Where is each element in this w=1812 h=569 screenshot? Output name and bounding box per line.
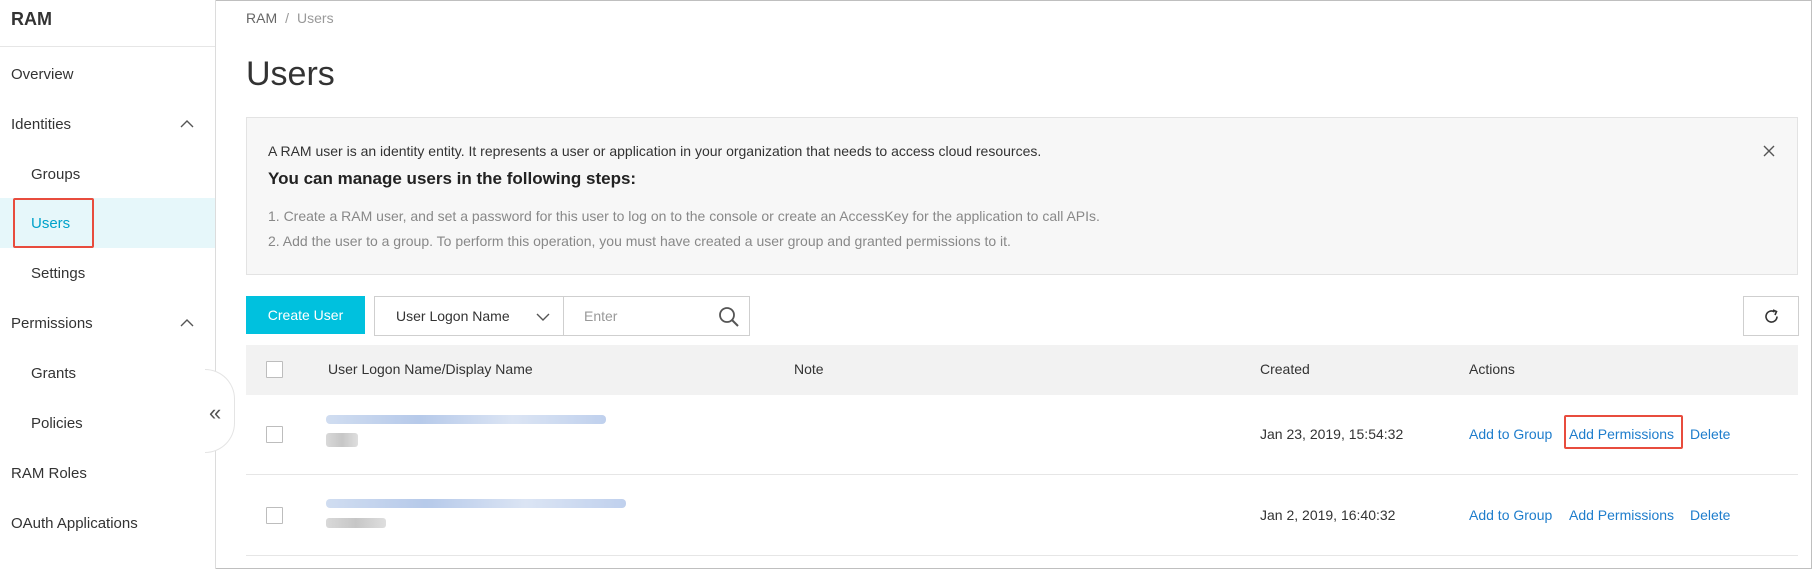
search-placeholder: Enter — [584, 308, 618, 324]
create-user-button[interactable]: Create User — [246, 296, 365, 334]
search-field-select[interactable]: User Logon Name — [374, 296, 564, 336]
add-permissions-link[interactable]: Add Permissions — [1569, 507, 1674, 523]
chevron-up-icon[interactable] — [179, 116, 195, 132]
sidebar-item-label: Permissions — [11, 314, 93, 332]
sidebar-item-label: Settings — [31, 264, 86, 282]
add-to-group-link[interactable]: Add to Group — [1469, 426, 1552, 442]
column-header-note: Note — [794, 361, 824, 377]
select-value: User Logon Name — [396, 308, 510, 324]
select-all-checkbox[interactable] — [266, 361, 283, 378]
sidebar-item-groups[interactable]: Groups — [0, 149, 215, 199]
add-to-group-link[interactable]: Add to Group — [1469, 507, 1552, 523]
refresh-icon — [1765, 309, 1778, 323]
column-header-created: Created — [1260, 361, 1310, 377]
sidebar-item-policies[interactable]: Policies — [0, 398, 215, 448]
sidebar-item-permissions[interactable]: Permissions — [0, 298, 215, 348]
info-step: 2. Add the user to a group. To perform t… — [268, 233, 1011, 249]
double-chevron-left-icon[interactable]: « — [209, 402, 221, 424]
info-heading: You can manage users in the following st… — [268, 169, 637, 188]
breadcrumb-separator: / — [285, 10, 290, 26]
user-logon-name-redacted[interactable] — [326, 415, 606, 424]
breadcrumb: RAM / Users — [246, 10, 334, 26]
sidebar-item-label: Policies — [31, 414, 83, 432]
delete-link[interactable]: Delete — [1690, 426, 1730, 442]
info-step: 1. Create a RAM user, and set a password… — [268, 208, 1100, 224]
sidebar: RAM Overview Identities Groups Users Set… — [0, 0, 216, 569]
sidebar-item-label: RAM Roles — [11, 464, 87, 482]
column-header-actions: Actions — [1469, 361, 1515, 377]
info-panel: A RAM user is an identity entity. It rep… — [246, 117, 1798, 275]
sidebar-item-label: Groups — [31, 165, 81, 183]
refresh-button[interactable] — [1743, 296, 1799, 336]
page-title: Users — [246, 55, 335, 93]
created-time: Jan 23, 2019, 15:54:32 — [1260, 426, 1404, 442]
table-row: Jan 2, 2019, 16:40:32 Add to Group Add P… — [246, 476, 1798, 556]
sidebar-divider — [0, 46, 215, 47]
chevron-down-icon — [536, 313, 550, 321]
row-checkbox[interactable] — [266, 426, 283, 443]
row-checkbox[interactable] — [266, 507, 283, 524]
info-description: A RAM user is an identity entity. It rep… — [268, 143, 1042, 159]
sidebar-item-identities[interactable]: Identities — [0, 99, 215, 149]
sidebar-item-overview[interactable]: Overview — [0, 49, 215, 99]
sidebar-item-ram-roles[interactable]: RAM Roles — [0, 448, 215, 498]
breadcrumb-root[interactable]: RAM — [246, 10, 277, 26]
sidebar-item-label: Identities — [11, 115, 72, 133]
sidebar-title: RAM — [11, 9, 52, 29]
user-logon-name-redacted[interactable] — [326, 499, 626, 508]
sidebar-item-grants[interactable]: Grants — [0, 348, 215, 398]
breadcrumb-current: Users — [297, 10, 334, 26]
sidebar-item-label: Grants — [31, 364, 77, 382]
sidebar-item-label: OAuth Applications — [11, 514, 138, 532]
sidebar-item-oauth-applications[interactable]: OAuth Applications — [0, 498, 215, 548]
add-permissions-highlight-box — [1564, 415, 1683, 449]
display-name-redacted — [326, 433, 358, 447]
close-icon[interactable] — [1761, 143, 1777, 159]
table-header: User Logon Name/Display Name Note Create… — [246, 345, 1798, 395]
table-row: Jan 23, 2019, 15:54:32 Add to Group Add … — [246, 395, 1798, 475]
search-icon[interactable] — [718, 306, 740, 328]
delete-link[interactable]: Delete — [1690, 507, 1730, 523]
chevron-up-icon[interactable] — [179, 315, 195, 331]
sidebar-item-label: Overview — [11, 65, 74, 83]
created-time: Jan 2, 2019, 16:40:32 — [1260, 507, 1396, 523]
users-highlight-box — [13, 198, 94, 248]
sidebar-item-settings[interactable]: Settings — [0, 248, 215, 298]
display-name-redacted — [326, 518, 386, 528]
column-header-name: User Logon Name/Display Name — [328, 361, 533, 377]
search-input[interactable]: Enter — [563, 296, 750, 336]
